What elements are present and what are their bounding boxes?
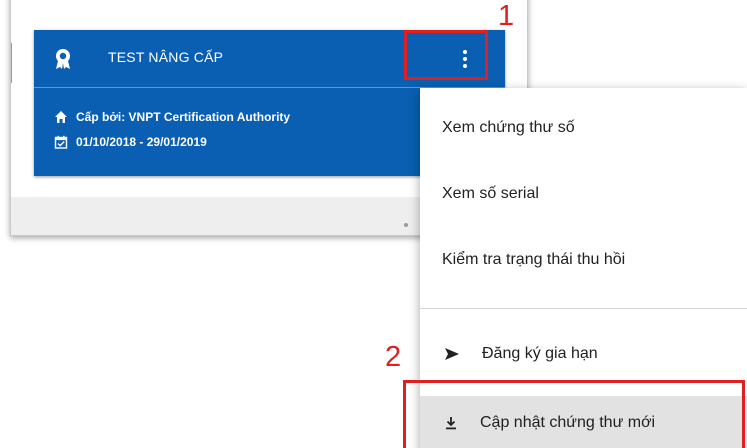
panel-footer-dot <box>404 223 408 227</box>
menu-item-check-revocation[interactable]: Kiểm tra trạng thái thu hồi <box>420 236 747 284</box>
certificate-title: TEST NÂNG CẤP <box>108 49 224 65</box>
certificate-validity: 01/10/2018 - 29/01/2019 <box>76 135 207 149</box>
certificate-validity-row: 01/10/2018 - 29/01/2019 <box>54 133 207 151</box>
certificate-issuer-row: Cấp bởi: VNPT Certification Authority <box>54 108 290 126</box>
menu-divider <box>420 308 747 309</box>
annotation-box-step1 <box>404 30 488 80</box>
menu-item-label: Đăng ký gia hạn <box>482 345 598 362</box>
calendar-check-icon <box>54 135 68 149</box>
home-icon <box>55 111 67 123</box>
panel-edge-mark <box>11 43 12 83</box>
certificate-issuer: Cấp bởi: VNPT Certification Authority <box>76 110 291 124</box>
annotation-number-step1: 1 <box>498 0 515 32</box>
send-icon <box>445 348 459 360</box>
menu-item-label: Xem chứng thư số <box>442 119 575 136</box>
menu-item-label: Xem số serial <box>442 185 539 202</box>
screenshot-stage: TEST NÂNG CẤP Cấp bởi: VNPT Certificatio… <box>0 0 747 448</box>
annotation-box-step2 <box>403 380 745 448</box>
annotation-number-step2: 2 <box>385 341 402 373</box>
menu-item-renew[interactable]: Đăng ký gia hạn <box>420 330 747 378</box>
menu-item-view-serial[interactable]: Xem số serial <box>420 170 747 218</box>
award-icon <box>56 49 70 69</box>
menu-item-label: Kiểm tra trạng thái thu hồi <box>442 251 626 268</box>
menu-item-view-certificate[interactable]: Xem chứng thư số <box>420 104 747 152</box>
